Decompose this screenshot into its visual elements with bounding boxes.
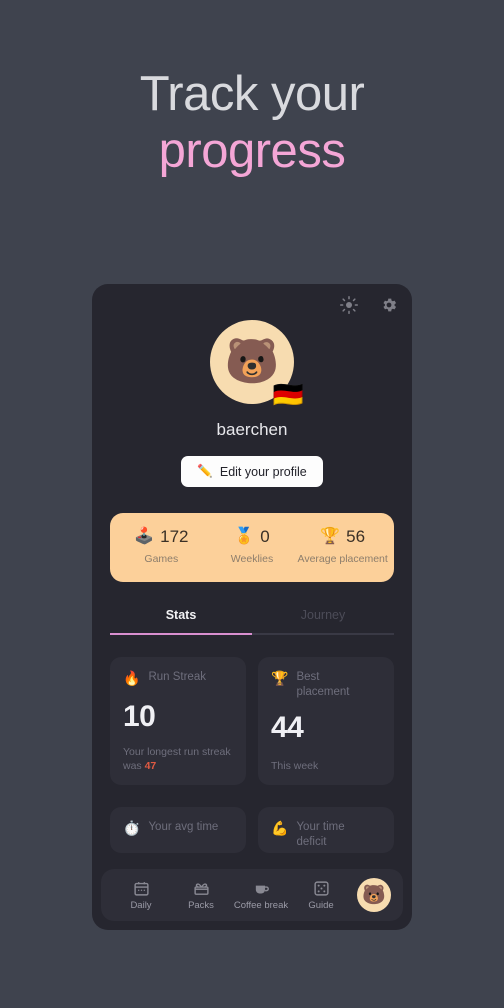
screen-topbar xyxy=(340,296,398,314)
sun-icon[interactable] xyxy=(340,296,358,314)
headline-line-1: Track your xyxy=(139,67,365,121)
run-streak-value: 10 xyxy=(123,699,156,733)
stats-banner: 🕹️ 172 Games 🏅 0 Weeklies 🏆 56 Average p… xyxy=(110,513,394,583)
coffee-cup-icon xyxy=(231,880,291,897)
edit-profile-button[interactable]: ✏️ Edit your profile xyxy=(181,456,323,487)
gear-icon[interactable] xyxy=(380,296,398,314)
headline-line-2: progress xyxy=(158,123,346,178)
banner-stat-weeklies: 🏅 0 Weeklies xyxy=(207,527,298,566)
avg-time-title: Your avg time xyxy=(148,821,219,834)
stat-card-grid-partial: ⏱️ Your avg time 💪 Your time deficit xyxy=(110,807,394,854)
banner-stat-average-placement: 🏆 56 Average placement xyxy=(297,527,388,566)
stat-card-run-streak[interactable]: 🔥 Run Streak 10 Your longest run streak … xyxy=(110,657,246,786)
stat-card-time-deficit[interactable]: 💪 Your time deficit xyxy=(258,807,394,854)
nav-label-coffee-break: Coffee break xyxy=(233,899,289,911)
stopwatch-icon: ⏱️ xyxy=(123,820,141,837)
time-deficit-title: Your time deficit xyxy=(296,821,345,848)
trophy-icon: 🏆 xyxy=(271,670,289,687)
dice-icon xyxy=(291,880,351,897)
page-title: Track your progress xyxy=(0,68,504,178)
fire-icon: 🔥 xyxy=(123,670,141,687)
nav-item-packs[interactable]: Packs xyxy=(171,880,231,911)
medal-icon: 🏅 xyxy=(234,528,255,545)
stat-card-best-placement[interactable]: 🏆 Best placement 44 This week xyxy=(258,657,394,786)
stat-card-grid: 🔥 Run Streak 10 Your longest run streak … xyxy=(110,657,394,786)
average-placement-label: Average placement xyxy=(297,553,388,565)
nav-item-guide[interactable]: Guide xyxy=(291,880,351,911)
tab-journey[interactable]: Journey xyxy=(252,608,394,633)
best-placement-value: 44 xyxy=(271,710,304,744)
profile-section: 🐻 🇩🇪 baerchen ✏️ Edit your profile xyxy=(92,284,412,487)
nav-label-packs: Packs xyxy=(188,899,214,911)
best-placement-title: Best placement xyxy=(296,671,350,698)
edit-profile-label: Edit your profile xyxy=(219,464,307,479)
gift-box-icon xyxy=(171,880,231,897)
bottom-navigation: Daily Packs Coffee break Guide 🐻 xyxy=(101,869,403,921)
average-placement-value: 56 xyxy=(346,527,366,546)
weeklies-value: 0 xyxy=(260,527,270,546)
joystick-icon: 🕹️ xyxy=(134,528,155,545)
tab-stats[interactable]: Stats xyxy=(110,608,252,633)
tab-indicator-inactive xyxy=(252,633,394,636)
best-placement-footer: This week xyxy=(271,759,319,772)
calendar-icon xyxy=(111,880,171,897)
nav-item-coffee-break[interactable]: Coffee break xyxy=(231,880,291,911)
flexed-biceps-icon: 💪 xyxy=(271,820,289,837)
nav-item-daily[interactable]: Daily xyxy=(111,880,171,911)
username: baerchen xyxy=(216,420,288,439)
stat-card-avg-time[interactable]: ⏱️ Your avg time xyxy=(110,807,246,854)
nav-avatar-button[interactable]: 🐻 xyxy=(357,878,391,912)
games-label: Games xyxy=(144,553,179,565)
avatar[interactable]: 🐻 🇩🇪 xyxy=(210,320,304,408)
banner-stat-games: 🕹️ 172 Games xyxy=(116,527,207,566)
run-streak-footer-text: Your longest run streak was xyxy=(123,745,231,772)
run-streak-record: 47 xyxy=(144,759,157,772)
phone-screen: 🐻 🇩🇪 baerchen ✏️ Edit your profile 🕹️ 17… xyxy=(92,284,412,930)
games-value: 172 xyxy=(160,527,189,546)
nav-label-daily: Daily xyxy=(130,899,152,911)
run-streak-footer: Your longest run streak was 47 xyxy=(123,745,233,773)
tab-indicator-active xyxy=(110,633,252,636)
run-streak-title: Run Streak xyxy=(148,671,206,684)
tab-bar: Stats Journey xyxy=(110,608,394,633)
weeklies-label: Weeklies xyxy=(230,553,274,565)
nav-label-guide: Guide xyxy=(308,899,334,911)
pencil-icon: ✏️ xyxy=(197,464,213,478)
trophy-icon: 🏆 xyxy=(320,528,341,545)
country-flag-icon: 🇩🇪 xyxy=(272,381,304,409)
tab-indicator xyxy=(110,633,394,636)
